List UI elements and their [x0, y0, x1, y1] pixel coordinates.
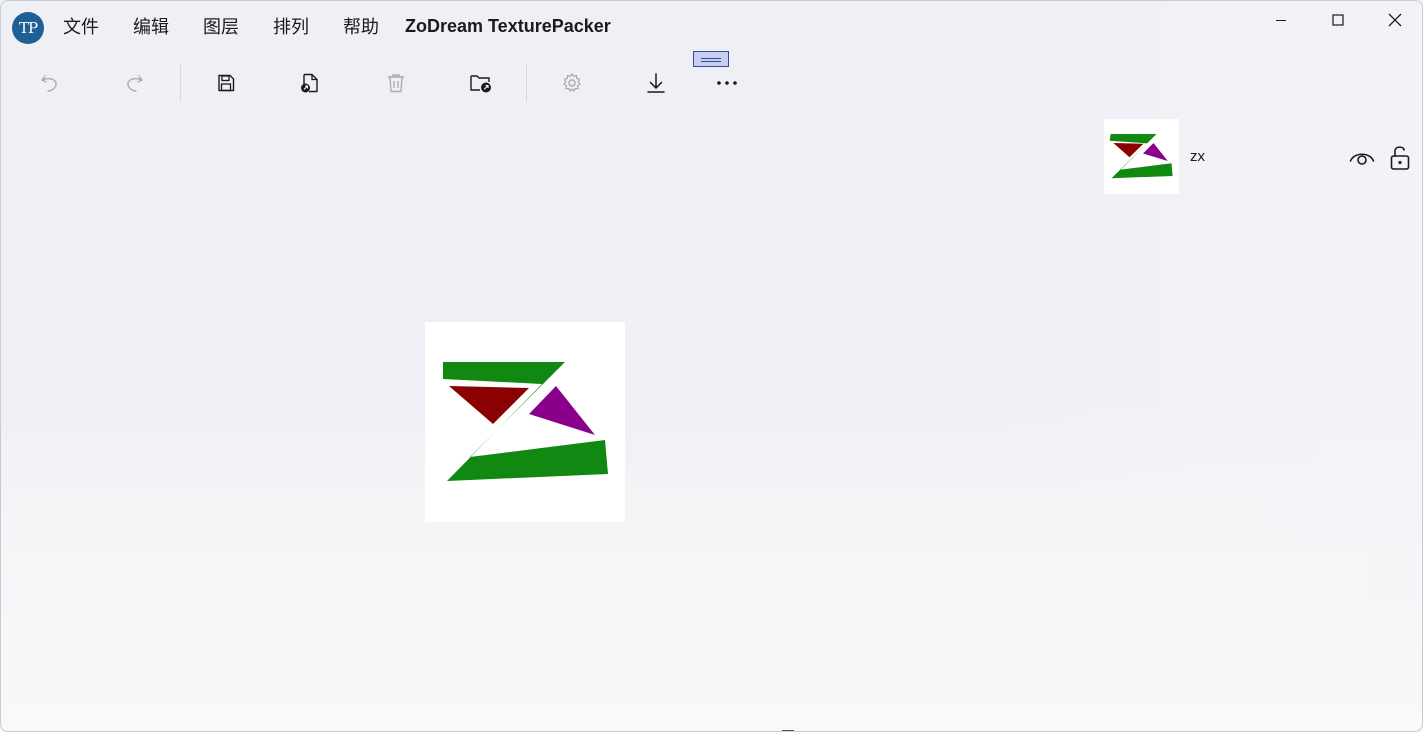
- more-button[interactable]: [711, 67, 743, 99]
- open-folder-icon: [470, 75, 491, 93]
- delete-button[interactable]: [380, 67, 412, 99]
- maximize-icon: [1332, 14, 1344, 26]
- undo-icon: [41, 75, 57, 92]
- more-icon: [717, 81, 737, 85]
- eye-icon: [1349, 153, 1375, 165]
- redo-button[interactable]: [118, 67, 150, 99]
- menu-arrange[interactable]: 排列: [259, 8, 323, 48]
- maximize-button[interactable]: [1315, 5, 1361, 35]
- minimize-button[interactable]: [1258, 5, 1304, 35]
- unlock-icon: [1390, 146, 1410, 170]
- menu-layer[interactable]: 图层: [189, 8, 253, 48]
- background-haze: [942, 1, 1422, 601]
- settings-button[interactable]: [556, 67, 588, 99]
- menu-help[interactable]: 帮助: [329, 8, 393, 48]
- menu-file[interactable]: 文件: [49, 8, 113, 48]
- layer-name: zx: [1190, 148, 1205, 165]
- save-icon: [218, 74, 235, 92]
- app-title: ZoDream TexturePacker: [405, 16, 611, 36]
- open-folder-button[interactable]: [465, 67, 497, 99]
- title-bar: TP 文件 编辑 图层 排列 帮助 ZoDream TexturePacker: [1, 1, 1422, 55]
- toolbar-separator: [180, 64, 181, 102]
- close-button[interactable]: [1372, 5, 1418, 35]
- layer-visibility-toggle[interactable]: [1348, 145, 1376, 171]
- toolbar-separator: [526, 64, 527, 102]
- export-file-button[interactable]: [294, 67, 326, 99]
- app-window: TP 文件 编辑 图层 排列 帮助 ZoDream TexturePacker: [0, 0, 1423, 732]
- minimize-icon: [1276, 20, 1286, 21]
- zodream-logo-icon: [1109, 134, 1173, 179]
- settings-icon: [563, 73, 581, 92]
- save-button[interactable]: [210, 67, 242, 99]
- menu-bar: 文件 编辑 图层 排列 帮助: [49, 1, 399, 55]
- close-icon: [1388, 13, 1402, 27]
- undo-button[interactable]: [34, 67, 66, 99]
- layer-thumbnail: [1104, 119, 1179, 194]
- redo-icon: [127, 75, 143, 92]
- download-button[interactable]: [640, 67, 672, 99]
- toolbar-overflow-indicator[interactable]: [693, 51, 729, 67]
- app-logo-icon: TP: [12, 12, 44, 44]
- download-icon: [647, 73, 665, 93]
- export-file-icon: [301, 73, 318, 93]
- delete-icon: [388, 74, 404, 93]
- canvas-sprite-zx[interactable]: [425, 322, 625, 522]
- menu-edit[interactable]: 编辑: [119, 8, 183, 48]
- toolbar: [1, 55, 761, 111]
- zodream-logo-icon: [443, 362, 608, 481]
- layer-lock-toggle[interactable]: [1387, 143, 1413, 173]
